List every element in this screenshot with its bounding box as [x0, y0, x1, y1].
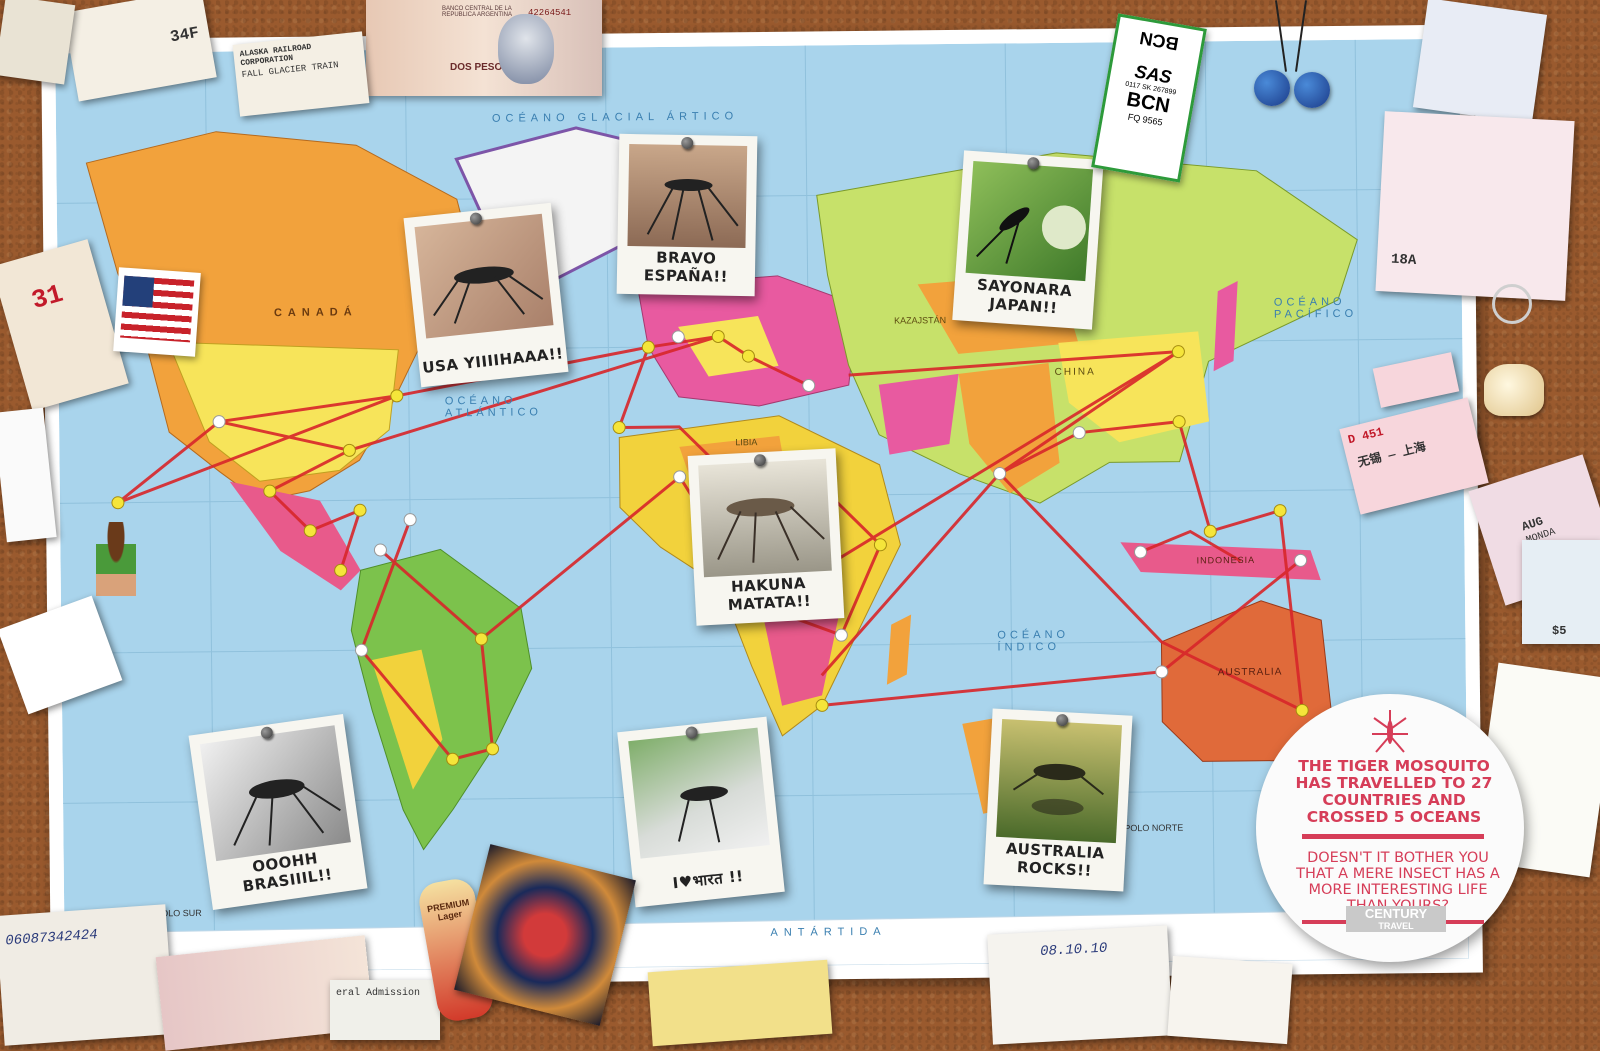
seat-number: 34F: [168, 23, 201, 47]
mosquito-photo: [627, 143, 748, 249]
seat-label: 18A: [1390, 251, 1417, 269]
photo-india: I♥भारत !!: [617, 716, 785, 908]
label-kazakhstan: KAZAJSTÁN: [894, 315, 947, 326]
boarding-pass: [1412, 0, 1548, 124]
banknote: BANCO CENTRAL DE LA REPUBLICA ARGENTINA …: [366, 0, 602, 96]
asian-ticket: 18A: [1375, 111, 1575, 301]
mosquito-icon: [717, 498, 825, 563]
brand-sub: TRAVEL: [1378, 921, 1414, 931]
ad-badge: THE TIGER MOSQUITO HAS TRAVELLED TO 27 C…: [1256, 694, 1524, 962]
photo-spain: BRAVO ESPAÑA!!: [616, 133, 758, 297]
photo-caption: HAKUNA MATATA!!: [727, 573, 812, 615]
label-indonesia: INDONESIA: [1196, 554, 1256, 566]
receipt-bottom-left: 06087342424: [0, 904, 175, 1046]
receipt-bottom-right: [1167, 955, 1293, 1045]
price-label: $5: [1552, 624, 1567, 638]
label-pacific-ocean: OCÉANO PACÍFICO: [1273, 295, 1358, 321]
portrait: [498, 14, 554, 84]
brand-name: CENTURY: [1364, 906, 1428, 921]
photo-japan: SAYONARA JAPAN!!: [952, 150, 1104, 330]
bag-tag-top: BCN: [1138, 27, 1181, 55]
admission-label: eral Admission: [336, 988, 421, 999]
brand-logo: CENTURY TRAVEL: [1346, 906, 1446, 932]
label-north-pole: POLO NORTE: [1124, 822, 1184, 834]
mosquito-icon: [233, 779, 341, 846]
ticket-stack: [0, 0, 76, 85]
cn-ticket-number: D 451: [1346, 424, 1385, 448]
ad-headline: THE TIGER MOSQUITO HAS TRAVELLED TO 27 C…: [1295, 757, 1493, 826]
receipt-bottom: 08.10.10: [987, 925, 1173, 1045]
globe-ornament: [1254, 70, 1290, 106]
label-indian-ocean: OCÉANO ÍNDICO: [997, 628, 1070, 654]
divider: [1302, 834, 1484, 839]
photo-caption: I♥भारत !!: [671, 866, 745, 893]
ad-subline: DOESN'T IT BOTHER YOU THAT A MERE INSECT…: [1296, 850, 1500, 914]
keyring-icon: [1492, 284, 1532, 324]
transit-card: $5: [1522, 540, 1600, 644]
mosquito-icon: [677, 786, 728, 843]
mosquito-photo: [698, 458, 832, 578]
clog-keychain: [1484, 364, 1544, 416]
photo-brazil: OOOHH BRASIIIL!!: [188, 714, 368, 910]
globe-ornament: [1294, 72, 1330, 108]
mosquito-photo: [414, 213, 554, 339]
calendar-day: 31: [28, 278, 67, 317]
mosquito-photo: [965, 160, 1094, 282]
label-arctic-ocean: OCÉANO GLACIAL ÁRTICO: [491, 110, 739, 125]
mosquito-icon: [1012, 763, 1104, 816]
mosquito-photo: [199, 725, 351, 862]
receipt-date: 08.10.10: [1039, 940, 1108, 961]
photo-africa: HAKUNA MATATA!!: [687, 448, 845, 626]
receipt-number: 06087342424: [4, 927, 99, 950]
label-antarctica: ANTÁRTIDA: [770, 925, 887, 939]
photo-australia: AUSTRALIA ROCKS!!: [983, 708, 1133, 892]
photo-caption: SAYONARA JAPAN!!: [976, 275, 1073, 318]
train-ticket-bottom: [647, 959, 833, 1047]
label-atlantic-ocean: OCÉANO ATLÁNTICO: [444, 394, 542, 420]
mosquito-icon: [1372, 710, 1408, 753]
beer-label-text: PREMIUM Lager: [426, 897, 470, 923]
banknote-bank: BANCO CENTRAL DE LA REPUBLICA ARGENTINA: [442, 6, 513, 18]
photo-usa: USA YIIIIHAAA!!: [403, 202, 569, 388]
hula-doll: [96, 522, 136, 596]
label-libya: LIBIA: [735, 437, 758, 448]
label-australia: AUSTRALIA: [1217, 666, 1283, 679]
mosquito-icon: [433, 266, 544, 324]
mosquito-icon: [976, 205, 1086, 264]
mosquito-icon: [646, 179, 739, 241]
photo-caption: AUSTRALIA ROCKS!!: [1005, 839, 1106, 880]
rail-ticket: ALASKA RAILROAD CORPORATION FALL GLACIER…: [232, 31, 370, 117]
photo-caption: BRAVO ESPAÑA!!: [643, 248, 729, 286]
mosquito-photo: [628, 727, 770, 859]
label-china: CHINA: [1054, 366, 1096, 378]
photo-caption: USA YIIIIHAAA!!: [421, 344, 565, 377]
us-flag-icon: [113, 267, 201, 357]
mosquito-photo: [995, 718, 1122, 844]
label-canada: CANADÁ: [273, 306, 358, 320]
admission-ticket: eral Admission: [330, 980, 440, 1040]
